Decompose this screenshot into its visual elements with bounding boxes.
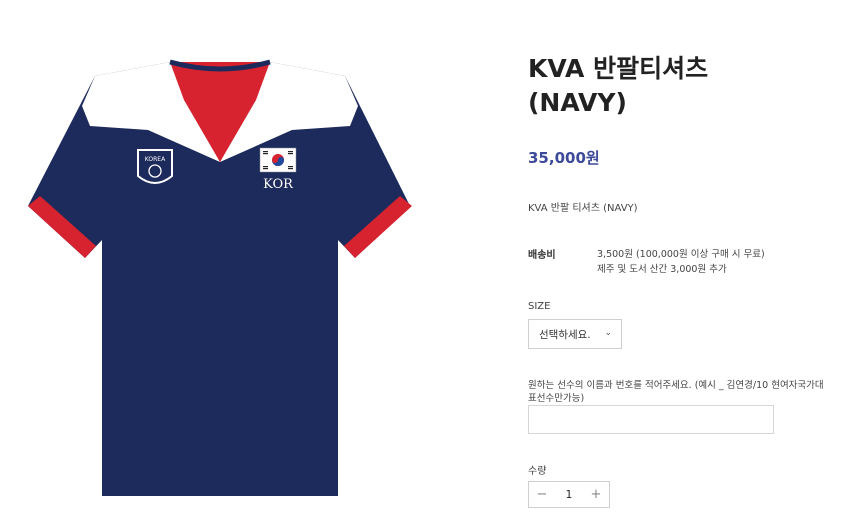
shipping-label: 배송비 [528, 250, 556, 261]
size-label: SIZE [528, 301, 551, 312]
product-summary: KVA 반팔 티셔츠 (NAVY) [528, 203, 638, 214]
size-selected-value: 선택하세요. [539, 328, 591, 341]
shipping-fee: 3,500원 (100,000원 이상 구매 시 무료) [597, 249, 765, 260]
custom-name-input[interactable] [528, 405, 774, 434]
quantity-stepper: − 1 + [528, 481, 610, 508]
quantity-label: 수량 [528, 466, 547, 477]
country-code: KOR [263, 177, 294, 192]
product-title-line1: KVA 반팔티셔츠 [528, 54, 709, 83]
product-title: KVA 반팔티셔츠 (NAVY) [528, 52, 708, 120]
product-title-line2: (NAVY) [528, 88, 627, 117]
badge-text: KOREA [145, 156, 166, 163]
chevron-down-icon: ⌄ [604, 328, 612, 338]
product-price: 35,000원 [528, 149, 600, 167]
quantity-decrease-button[interactable]: − [529, 482, 555, 507]
size-select[interactable]: 선택하세요. ⌄ [528, 319, 622, 349]
product-image: KOREA KOR [28, 59, 412, 496]
korea-flag-icon [259, 147, 297, 173]
quantity-value[interactable]: 1 [555, 489, 583, 501]
shipping-extra: 제주 및 도서 산간 3,000원 추가 [597, 264, 727, 275]
custom-name-label: 원하는 선수의 이름과 번호를 적어주세요. (예시 _ 김연경/10 현여자국… [528, 380, 824, 404]
quantity-increase-button[interactable]: + [583, 482, 609, 507]
